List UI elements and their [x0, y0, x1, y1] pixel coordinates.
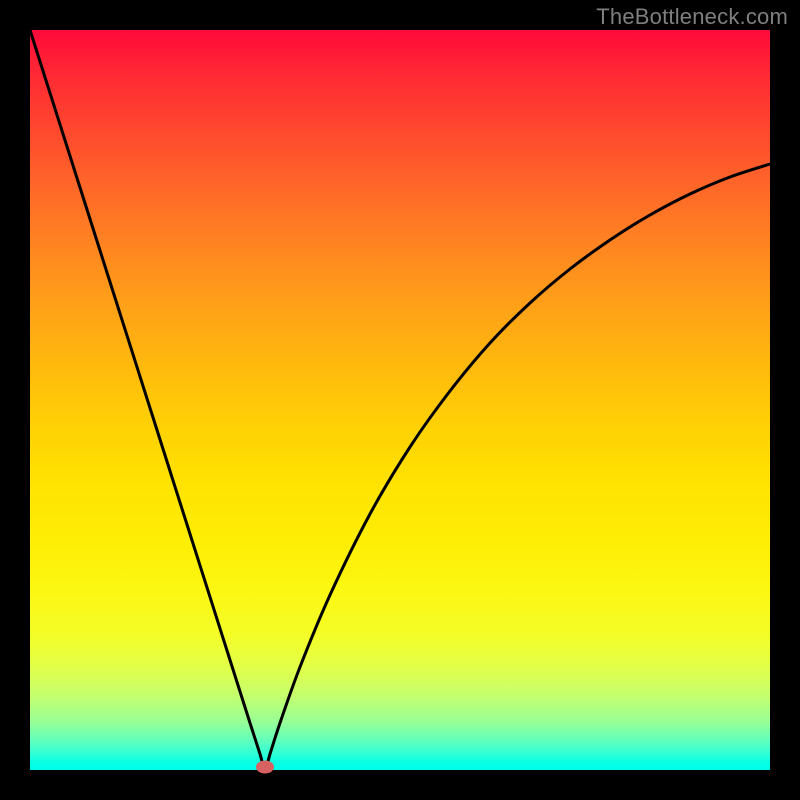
bottleneck-curve: [30, 30, 770, 770]
chart-svg: [30, 30, 770, 770]
plot-area: [30, 30, 770, 770]
chart-frame: TheBottleneck.com: [0, 0, 800, 800]
notch-marker: [256, 761, 274, 774]
attribution-text: TheBottleneck.com: [596, 4, 788, 30]
